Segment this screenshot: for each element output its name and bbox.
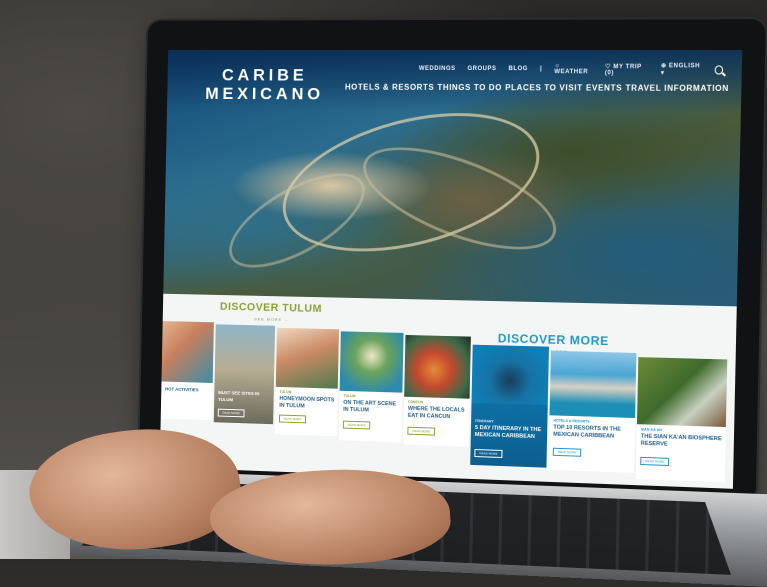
card-caption: TOP 10 RESORTS IN THE MEXICAN CARIBBEAN [553,424,621,440]
logo-line-1: CARIBE [221,65,308,85]
nav-divider: | [539,66,543,73]
language-selector[interactable]: ⊕ ENGLISH ▾ [661,62,702,76]
card-art-scene[interactable]: TULUM ON THE ART SCENE IN TULUM READ MOR… [338,331,404,443]
content-section: DISCOVER TULUM SEE MORE → DISCOVER MORE … [159,293,737,489]
card-read-more-button[interactable]: READ MORE [474,448,503,459]
logo-line-2: MEXICANO [205,84,325,104]
nav-blog[interactable]: BLOG [508,66,528,72]
laptop-screen: CARIBE MEXICANO WEDDINGS GROUPS BLOG | ☼… [159,49,743,489]
card-caption: WHERE THE LOCALS EAT IN CANCUN [407,405,465,421]
nav-weather[interactable]: ☼ WEATHER [554,63,593,75]
card-top-10-resorts[interactable]: HOTELS & RESORTS TOP 10 RESORTS IN THE M… [548,350,637,473]
nav-hotels-resorts[interactable]: HOTELS & RESORTS [345,83,435,92]
site-logo[interactable]: CARIBE MEXICANO [205,66,325,104]
nav-weddings[interactable]: WEDDINGS [419,66,456,72]
card-tag: TULUM [279,389,292,395]
card-caption: THE SIAN KA'AN BIOSPHERE RESERVE [640,433,722,448]
card-hot-activities[interactable]: HOT ACTIVITIES [160,321,214,421]
card-caption: HONEYMOON SPOTS IN TULUM [279,395,335,410]
utility-nav: WEDDINGS GROUPS BLOG | ☼ WEATHER ♡ MY TR… [419,62,724,77]
nav-places-to-visit[interactable]: PLACES TO VISIT [505,83,583,92]
card-tag: ITINERARY [475,418,494,424]
card-read-more-button[interactable]: READ MORE [640,456,670,467]
nav-events[interactable]: EVENTS [586,83,623,92]
card-caption: MUST SEE SITES IN TULUM [217,390,260,403]
nav-travel-information[interactable]: TRAVEL INFORMATION [625,83,729,93]
card-caption: ON THE ART SCENE IN TULUM [343,399,397,414]
card-tag: TULUM [343,393,356,399]
main-nav: HOTELS & RESORTS THINGS TO DO PLACES TO … [345,83,729,93]
card-tag: SIAN KA'AN [640,427,662,433]
card-read-more-button[interactable]: READ MORE [552,447,582,457]
search-icon[interactable] [714,64,724,75]
card-caption: HOT ACTIVITIES [165,386,199,393]
card-caption: 5 DAY ITINERARY IN THE MEXICAN CARIBBEAN [474,424,542,441]
card-honeymoon-spots[interactable]: TULUM HONEYMOON SPOTS IN TULUM READ MORE [274,327,339,437]
card-must-see-sites[interactable]: MUST SEE SITES IN TULUM READ MORE [213,324,276,425]
card-sian-kaan[interactable]: SIAN KA'AN THE SIAN KA'AN BIOSPHERE RESE… [635,357,728,483]
card-read-more-button[interactable]: READ MORE [407,426,436,436]
site-header: CARIBE MEXICANO WEDDINGS GROUPS BLOG | ☼… [166,49,743,114]
nav-my-trip[interactable]: ♡ MY TRIP (0) [605,63,649,76]
card-where-locals-eat[interactable]: CANCUN WHERE THE LOCALS EAT IN CANCUN RE… [403,334,471,447]
laptop-bezel: CARIBE MEXICANO WEDDINGS GROUPS BLOG | ☼… [138,19,766,502]
nav-groups[interactable]: GROUPS [467,66,496,72]
discover-tulum-see-more[interactable]: SEE MORE → [254,316,289,322]
card-read-more-button[interactable]: READ MORE [217,408,245,418]
card-read-more-button[interactable]: READ MORE [342,420,371,430]
card-tag: HOTELS & RESORTS [553,418,590,424]
card-read-more-button[interactable]: READ MORE [278,414,307,424]
card-tag: CANCUN [408,399,424,405]
nav-things-to-do[interactable]: THINGS TO DO [437,83,502,92]
card-5-day-itinerary[interactable]: ITINERARY 5 DAY ITINERARY IN THE MEXICAN… [470,344,549,468]
discover-tulum-heading: DISCOVER TULUM [219,300,323,316]
